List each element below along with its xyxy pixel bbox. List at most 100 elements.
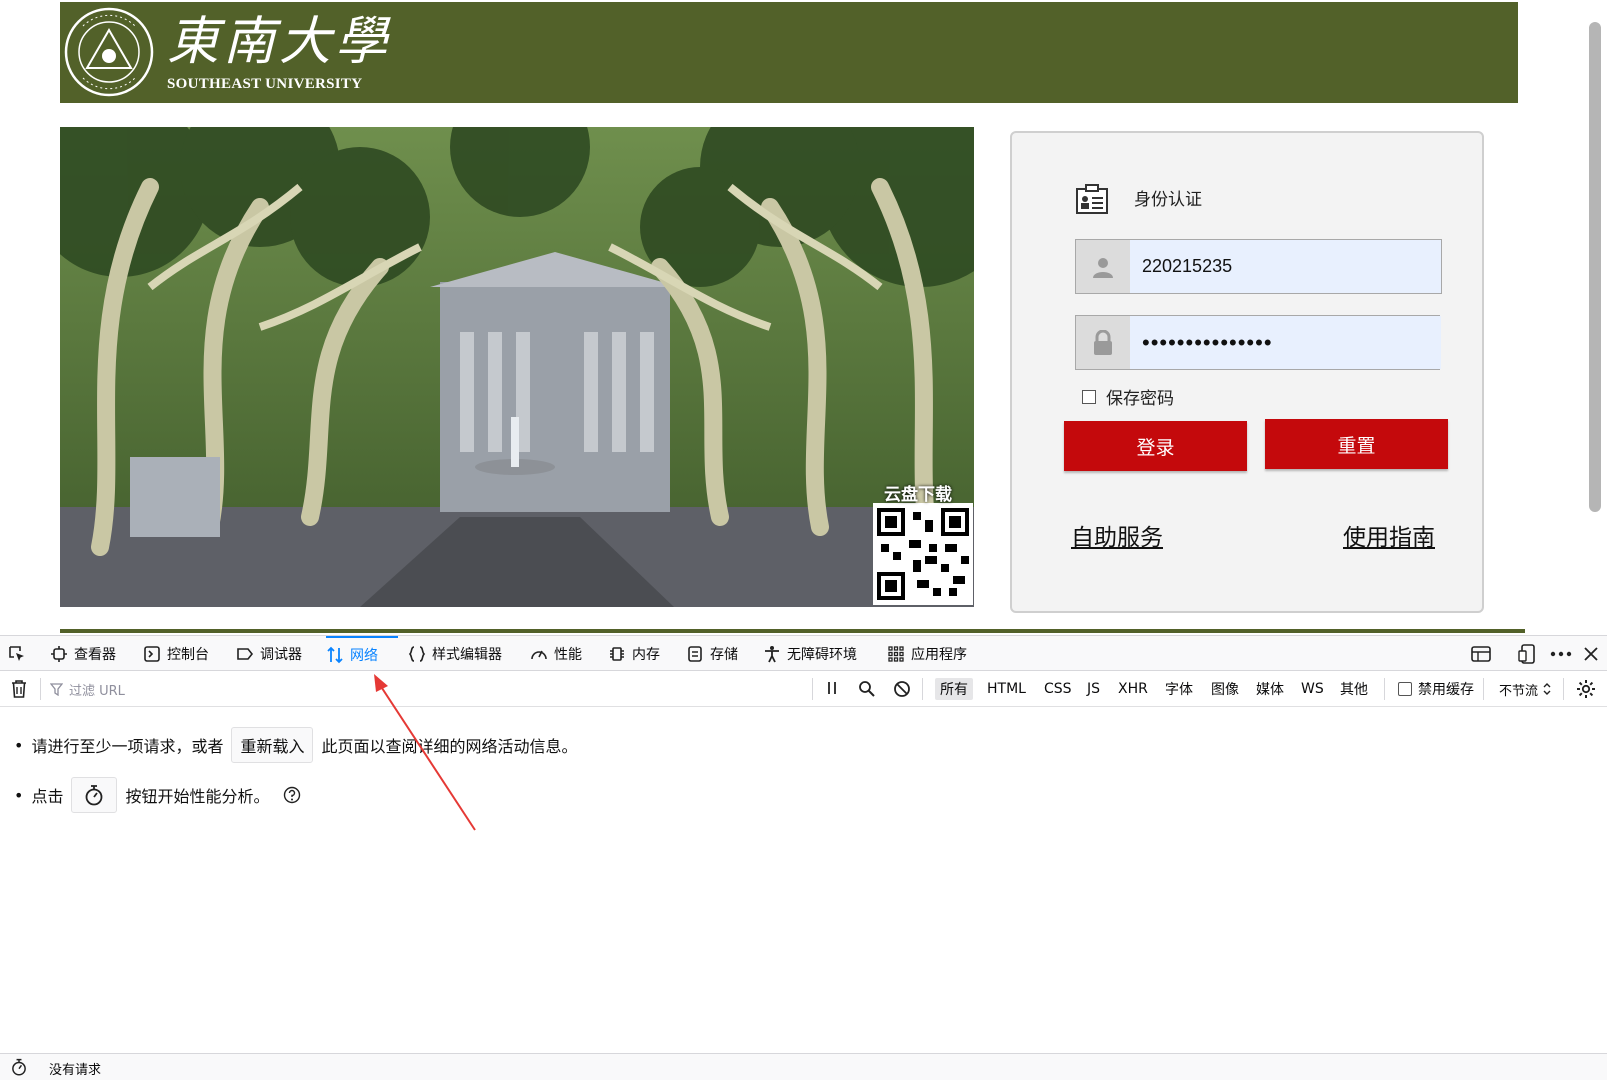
site-header: 東南大學 SOUTHEAST UNIVERSITY — [60, 2, 1518, 103]
throttle-label: 不节流 — [1499, 683, 1539, 699]
self-service-link[interactable]: 自助服务 — [1071, 518, 1163, 552]
tab-label: 应用程序 — [911, 646, 967, 663]
element-picker-icon — [9, 645, 24, 661]
message1-text-after: 此页面以查阅详细的网络活动信息。 — [321, 737, 578, 756]
search-button[interactable] — [858, 680, 876, 702]
user-guide-link[interactable]: 使用指南 — [1343, 518, 1435, 552]
page-scrollbar[interactable] — [1589, 22, 1601, 512]
help-circle-icon[interactable] — [283, 786, 301, 804]
accessibility-icon — [765, 645, 779, 662]
tab-accessibility[interactable]: 无障碍环境 — [763, 636, 857, 671]
start-performance-button[interactable] — [71, 777, 118, 813]
more-dots-icon — [1550, 651, 1572, 656]
tab-network[interactable]: 网络 — [326, 636, 398, 671]
network-panel-body: • 请进行至少一项请求，或者 重新载入 此页面以查阅详细的网络活动信息。 • 点… — [0, 707, 1607, 1055]
tab-performance[interactable]: 性能 — [530, 636, 582, 671]
filter-js[interactable]: JS — [1082, 678, 1105, 700]
filter-ws[interactable]: WS — [1296, 678, 1329, 700]
search-icon — [859, 681, 875, 697]
reset-button[interactable]: 重置 — [1265, 419, 1448, 469]
responsive-design-icon — [1518, 643, 1535, 664]
remember-password-checkbox[interactable] — [1082, 389, 1096, 404]
dock-layout-icon — [1471, 645, 1491, 662]
message2-text-after: 按钮开始性能分析。 — [125, 787, 270, 806]
responsive-design-button[interactable] — [1518, 636, 1538, 671]
tab-label: 性能 — [554, 646, 582, 663]
clear-requests-button[interactable] — [10, 679, 28, 703]
qr-code-icon[interactable] — [873, 503, 973, 605]
tab-storage[interactable]: 存储 — [686, 636, 738, 671]
login-button[interactable]: 登录 — [1064, 421, 1247, 471]
campus-photo — [60, 127, 974, 607]
tab-label: 控制台 — [167, 646, 209, 663]
filter-xhr[interactable]: XHR — [1113, 678, 1153, 700]
message2-text-before: 点击 — [31, 787, 64, 806]
filter-html[interactable]: HTML — [982, 678, 1031, 700]
element-picker-button[interactable] — [8, 636, 26, 671]
password-field — [1075, 315, 1441, 370]
id-card-icon — [1076, 184, 1108, 214]
page-bottom-bar — [60, 629, 1525, 633]
storage-icon — [688, 645, 702, 662]
block-requests-button[interactable] — [893, 680, 911, 702]
login-panel: 身份认证 保存密码 登录 重置 自助服务 使用指南 — [1010, 131, 1484, 613]
tab-label: 存储 — [710, 646, 738, 663]
tab-inspector[interactable]: 查看器 — [50, 636, 116, 671]
console-icon — [144, 645, 160, 662]
auth-title: 身份认证 — [1134, 190, 1202, 210]
remember-password[interactable]: 保存密码 — [1082, 384, 1174, 409]
password-input[interactable] — [1130, 316, 1441, 369]
block-icon — [894, 681, 910, 697]
filter-media[interactable]: 媒体 — [1251, 678, 1289, 700]
filter-css[interactable]: CSS — [1039, 678, 1077, 700]
status-stopwatch-icon[interactable] — [10, 1058, 28, 1080]
tab-memory[interactable]: 内存 — [608, 636, 660, 671]
reload-button[interactable]: 重新载入 — [231, 727, 314, 763]
network-settings-button[interactable] — [1576, 679, 1596, 703]
close-devtools-button[interactable] — [1584, 636, 1598, 671]
qr-download-label: 云盘下载 — [884, 485, 952, 505]
filter-funnel-icon — [50, 682, 63, 696]
tab-label: 无障碍环境 — [787, 646, 857, 663]
tab-label: 调试器 — [260, 646, 302, 663]
disable-cache-label: 禁用缓存 — [1418, 682, 1474, 698]
disable-cache-checkbox[interactable] — [1398, 682, 1412, 696]
filter-images[interactable]: 图像 — [1206, 678, 1244, 700]
tab-label: 网络 — [350, 647, 378, 664]
dock-layout-button[interactable] — [1471, 636, 1491, 671]
pause-recording-button[interactable] — [826, 680, 838, 700]
brand-english-name: SOUTHEAST UNIVERSITY — [167, 76, 363, 92]
devtools-toolbar: 查看器 控制台 调试器 网络 样式编辑器 性能 内存 存储 无障碍环境 应用程序 — [0, 635, 1607, 671]
url-filter-placeholder: 过滤 URL — [69, 683, 125, 699]
network-status-bar: 没有请求 — [0, 1053, 1607, 1080]
username-field — [1075, 239, 1442, 294]
pause-icon — [828, 682, 836, 694]
style-editor-icon — [408, 645, 426, 662]
filter-fonts[interactable]: 字体 — [1160, 678, 1198, 700]
empty-message-performance: • 点击 按钮开始性能分析。 — [14, 777, 301, 813]
throttle-select[interactable]: 不节流 — [1494, 678, 1557, 700]
tab-debugger[interactable]: 调试器 — [236, 636, 302, 671]
url-filter-input[interactable]: 过滤 URL — [50, 679, 810, 699]
remember-password-label: 保存密码 — [1106, 389, 1174, 409]
username-input[interactable] — [1130, 240, 1441, 293]
tab-style-editor[interactable]: 样式编辑器 — [408, 636, 502, 671]
trash-icon — [12, 680, 26, 698]
filter-other[interactable]: 其他 — [1335, 678, 1373, 700]
tab-console[interactable]: 控制台 — [143, 636, 209, 671]
updown-chevron-icon — [1543, 683, 1551, 695]
disable-cache-toggle[interactable]: 禁用缓存 — [1393, 678, 1479, 700]
performance-icon — [531, 650, 547, 659]
tab-label: 内存 — [632, 646, 660, 663]
stopwatch-icon — [86, 785, 103, 806]
message1-text-before: 请进行至少一项请求，或者 — [31, 737, 224, 756]
more-options-button[interactable] — [1550, 636, 1572, 671]
close-icon — [1584, 646, 1598, 661]
filter-all[interactable]: 所有 — [935, 678, 973, 700]
tab-application[interactable]: 应用程序 — [887, 636, 967, 671]
tab-label: 查看器 — [74, 646, 116, 663]
application-grid-icon — [888, 645, 904, 662]
user-icon — [1076, 240, 1130, 293]
network-filter-bar: 过滤 URL 所有 HTML CSS JS XHR 字体 图像 媒体 WS 其他… — [0, 671, 1607, 707]
debugger-icon — [237, 647, 254, 660]
